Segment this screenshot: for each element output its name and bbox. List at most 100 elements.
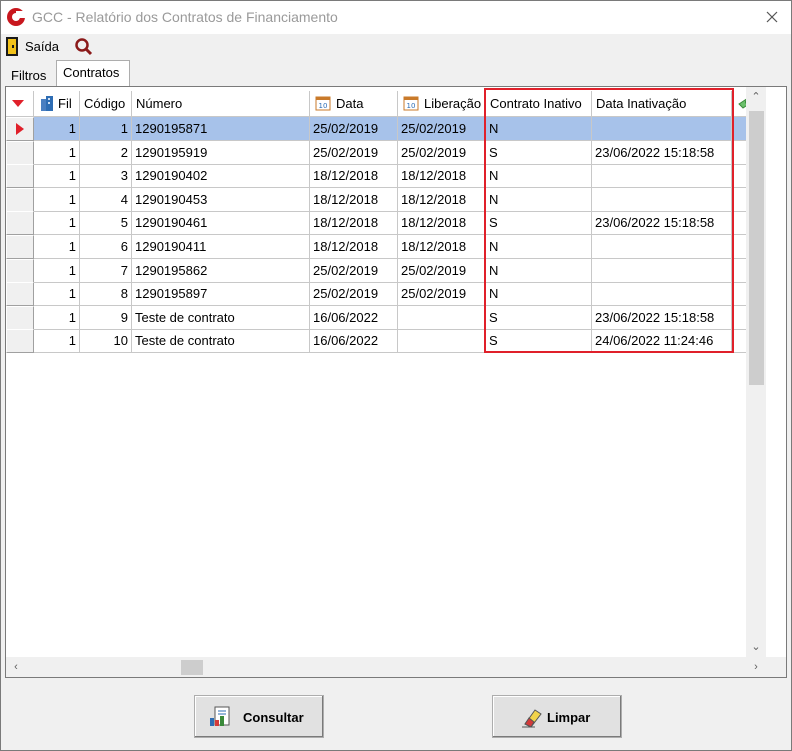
- cell-numero[interactable]: 1290195919: [132, 140, 310, 165]
- cell-data[interactable]: 18/12/2018: [310, 187, 398, 212]
- exit-button[interactable]: [5, 37, 21, 56]
- cell-data[interactable]: 16/06/2022: [310, 305, 398, 330]
- cell-liberacao[interactable]: 18/12/2018: [398, 164, 486, 189]
- tab-filtros[interactable]: Filtros: [5, 65, 55, 86]
- cell-data[interactable]: 25/02/2019: [310, 117, 398, 141]
- search-button[interactable]: [74, 37, 94, 57]
- row-indicator[interactable]: [6, 282, 34, 307]
- cell-liberacao[interactable]: [398, 305, 486, 330]
- cell-data-inativacao[interactable]: 24/06/2022 11:24:46: [592, 329, 732, 354]
- cell-codigo[interactable]: 5: [80, 211, 132, 236]
- row-indicator[interactable]: [6, 140, 34, 165]
- cell-contrato-inativo[interactable]: N: [486, 258, 592, 283]
- scroll-left-icon[interactable]: ‹: [6, 657, 26, 677]
- cell-data[interactable]: 18/12/2018: [310, 211, 398, 236]
- cell-liberacao[interactable]: 25/02/2019: [398, 282, 486, 307]
- cell-contrato-inativo[interactable]: N: [486, 282, 592, 307]
- cell-contrato-inativo[interactable]: S: [486, 211, 592, 236]
- cell-fil[interactable]: 1: [34, 305, 80, 330]
- cell-contrato-inativo[interactable]: S: [486, 305, 592, 330]
- row-indicator-header[interactable]: [6, 91, 34, 117]
- row-indicator[interactable]: [6, 164, 34, 189]
- consultar-button[interactable]: Consultar: [194, 695, 324, 738]
- table-row[interactable]: 1 5 1290190461 18/12/2018 18/12/2018 S 23/06/2…: [6, 211, 766, 236]
- cell-fil[interactable]: 1: [34, 282, 80, 307]
- scroll-up-icon[interactable]: ⌃: [746, 87, 766, 107]
- cell-fil[interactable]: 1: [34, 117, 80, 141]
- column-header-codigo[interactable]: Código: [80, 91, 132, 117]
- table-row[interactable]: 1 9 Teste de contrato 16/06/2022 S 23/06/2022…: [6, 305, 766, 330]
- row-indicator[interactable]: [6, 235, 34, 259]
- column-header-fil[interactable]: Fil: [34, 91, 80, 117]
- cell-contrato-inativo[interactable]: N: [486, 187, 592, 212]
- cell-codigo[interactable]: 3: [80, 164, 132, 189]
- horizontal-scroll-thumb[interactable]: [181, 660, 203, 675]
- scroll-right-icon[interactable]: ›: [746, 657, 766, 677]
- cell-data[interactable]: 16/06/2022: [310, 329, 398, 354]
- cell-data-inativacao[interactable]: [592, 258, 732, 283]
- cell-fil[interactable]: 1: [34, 164, 80, 189]
- cell-data-inativacao[interactable]: 23/06/2022 15:18:58: [592, 140, 732, 165]
- cell-numero[interactable]: 1290195897: [132, 282, 310, 307]
- cell-liberacao[interactable]: 25/02/2019: [398, 140, 486, 165]
- cell-numero[interactable]: 1290190411: [132, 235, 310, 259]
- cell-codigo[interactable]: 8: [80, 282, 132, 307]
- cell-data[interactable]: 18/12/2018: [310, 235, 398, 259]
- column-header-data-inativacao[interactable]: Data Inativação: [592, 91, 732, 117]
- cell-numero[interactable]: 1290190453: [132, 187, 310, 212]
- cell-data-inativacao[interactable]: 23/06/2022 15:18:58: [592, 211, 732, 236]
- cell-data-inativacao[interactable]: [592, 117, 732, 141]
- cell-fil[interactable]: 1: [34, 211, 80, 236]
- cell-codigo[interactable]: 4: [80, 187, 132, 212]
- exit-label[interactable]: Saída: [25, 39, 59, 54]
- cell-data-inativacao[interactable]: 23/06/2022 15:18:58: [592, 305, 732, 330]
- cell-codigo[interactable]: 2: [80, 140, 132, 165]
- cell-data[interactable]: 25/02/2019: [310, 282, 398, 307]
- limpar-button[interactable]: Limpar: [492, 695, 622, 738]
- table-row[interactable]: 1 3 1290190402 18/12/2018 18/12/2018 N: [6, 164, 766, 189]
- cell-codigo[interactable]: 7: [80, 258, 132, 283]
- cell-contrato-inativo[interactable]: S: [486, 329, 592, 354]
- horizontal-scrollbar[interactable]: ‹ ›: [6, 657, 766, 677]
- cell-numero[interactable]: 1290190461: [132, 211, 310, 236]
- table-row[interactable]: 11129019587125/02/201925/02/2019N3.: [6, 117, 766, 141]
- cell-codigo[interactable]: 1: [80, 117, 132, 141]
- cell-contrato-inativo[interactable]: S: [486, 140, 592, 165]
- scroll-down-icon[interactable]: ⌄: [746, 637, 766, 657]
- cell-codigo[interactable]: 9: [80, 305, 132, 330]
- row-indicator[interactable]: [6, 305, 34, 330]
- cell-numero[interactable]: Teste de contrato: [132, 305, 310, 330]
- cell-numero[interactable]: 1290195862: [132, 258, 310, 283]
- cell-fil[interactable]: 1: [34, 187, 80, 212]
- cell-fil[interactable]: 1: [34, 235, 80, 259]
- cell-liberacao[interactable]: 25/02/2019: [398, 258, 486, 283]
- close-button[interactable]: [759, 5, 785, 29]
- cell-data-inativacao[interactable]: [592, 187, 732, 212]
- table-row[interactable]: 16129019041118/12/201818/12/2018N1.: [6, 235, 766, 259]
- table-row[interactable]: 1 10 Teste de contrato 16/06/2022 S 24/06/202…: [6, 329, 766, 354]
- cell-codigo[interactable]: 6: [80, 235, 132, 259]
- cell-liberacao[interactable]: 18/12/2018: [398, 211, 486, 236]
- column-header-liberacao[interactable]: 10 Liberação: [398, 91, 486, 117]
- cell-liberacao[interactable]: 18/12/2018: [398, 187, 486, 212]
- cell-contrato-inativo[interactable]: N: [486, 117, 592, 141]
- column-header-data[interactable]: 10 Data: [310, 91, 398, 117]
- cell-liberacao[interactable]: 18/12/2018: [398, 235, 486, 259]
- cell-fil[interactable]: 1: [34, 140, 80, 165]
- cell-data[interactable]: 18/12/2018: [310, 164, 398, 189]
- cell-liberacao[interactable]: 25/02/2019: [398, 117, 486, 141]
- table-row[interactable]: 1 8 1290195897 25/02/2019 25/02/2019 N: [6, 282, 766, 307]
- row-indicator[interactable]: [6, 329, 34, 354]
- row-indicator[interactable]: [6, 187, 34, 212]
- cell-codigo[interactable]: 10: [80, 329, 132, 354]
- vertical-scrollbar[interactable]: ⌃ ⌄: [746, 87, 766, 657]
- table-row[interactable]: 1 2 1290195919 25/02/2019 25/02/2019 S 23/06/2…: [6, 140, 766, 165]
- cell-contrato-inativo[interactable]: N: [486, 164, 592, 189]
- row-indicator[interactable]: [6, 117, 34, 141]
- cell-data-inativacao[interactable]: [592, 235, 732, 259]
- tab-contratos[interactable]: Contratos: [56, 60, 130, 87]
- column-header-contrato-inativo[interactable]: Contrato Inativo: [486, 91, 592, 117]
- table-row[interactable]: 14129019045318/12/201818/12/2018N2.: [6, 187, 766, 212]
- vertical-scroll-thumb[interactable]: [749, 111, 764, 385]
- cell-liberacao[interactable]: [398, 329, 486, 354]
